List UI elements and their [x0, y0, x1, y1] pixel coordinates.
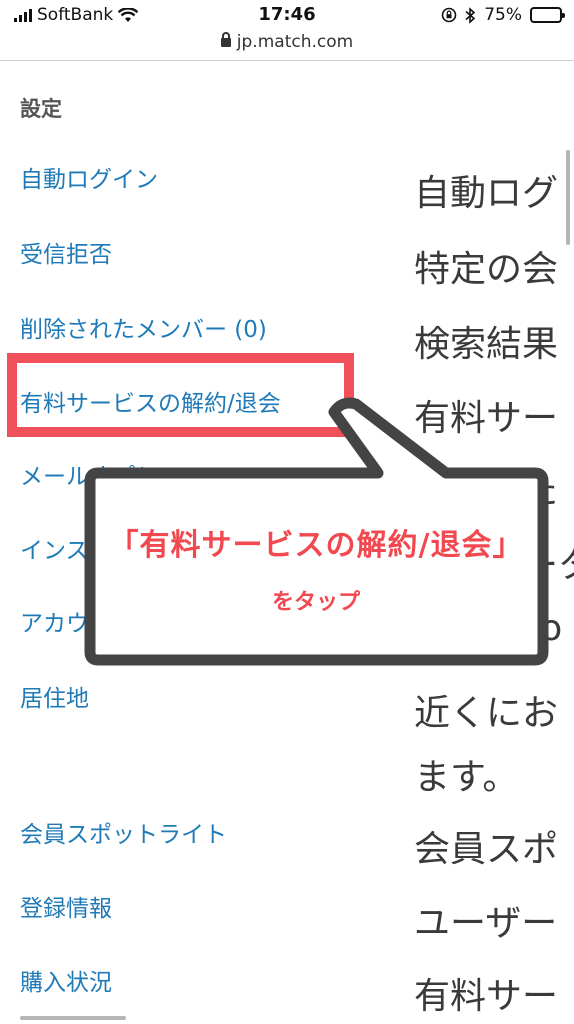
sidebar-title: 設定: [20, 97, 62, 121]
lock-icon: [220, 32, 231, 47]
url-text: jp.match.com: [236, 32, 354, 52]
sidebar-item-residence[interactable]: 居住地: [20, 679, 89, 713]
sidebar-item-mail-options[interactable]: メールオプション: [20, 457, 204, 491]
url-bar[interactable]: jp.match.com: [0, 32, 574, 60]
description-text: 自動ログ: [414, 173, 559, 214]
callout-text: 「有料サービスの解約/退会」 をタップ: [96, 520, 536, 616]
sidebar-item-registration-info[interactable]: 登録情報: [20, 889, 112, 923]
description-text: 有料サー: [414, 398, 559, 439]
description-text: 会員スポ: [414, 829, 559, 870]
sidebar-item-auto-login[interactable]: 自動ログイン: [20, 160, 158, 194]
status-right: 75%: [441, 5, 565, 25]
sidebar-item-block-list[interactable]: 受信拒否: [20, 235, 112, 269]
header-divider: [0, 60, 574, 61]
sidebar-item-deleted-members[interactable]: 削除されたメンバー (0): [20, 310, 267, 344]
battery-percent: 75%: [484, 5, 522, 25]
horizontal-scrollbar[interactable]: [20, 1016, 126, 1020]
description-text: 削除した: [414, 471, 559, 512]
sidebar-item-member-spotlight[interactable]: 会員スポットライト: [20, 815, 227, 849]
status-bar: SoftBank 17:46 75%: [0, 0, 574, 32]
battery-icon: [530, 7, 565, 23]
vertical-scrollbar[interactable]: [566, 150, 570, 245]
orientation-lock-icon: [441, 7, 457, 23]
callout-line2: をタップ: [271, 590, 360, 615]
description-text: 検索結果: [414, 324, 559, 365]
description-text: 近くにお: [414, 693, 559, 734]
description-text: 特定の会: [414, 249, 559, 290]
bluetooth-icon: [465, 6, 476, 24]
sidebar-item-purchase-status[interactable]: 購入状況: [20, 963, 112, 997]
description-text: ユーザー: [414, 903, 558, 944]
highlight-box: [7, 353, 354, 437]
description-text: 有料サー: [414, 976, 559, 1017]
callout-line1: 「有料サービスの解約/退会」: [108, 528, 524, 563]
description-text: ます。: [414, 757, 519, 798]
